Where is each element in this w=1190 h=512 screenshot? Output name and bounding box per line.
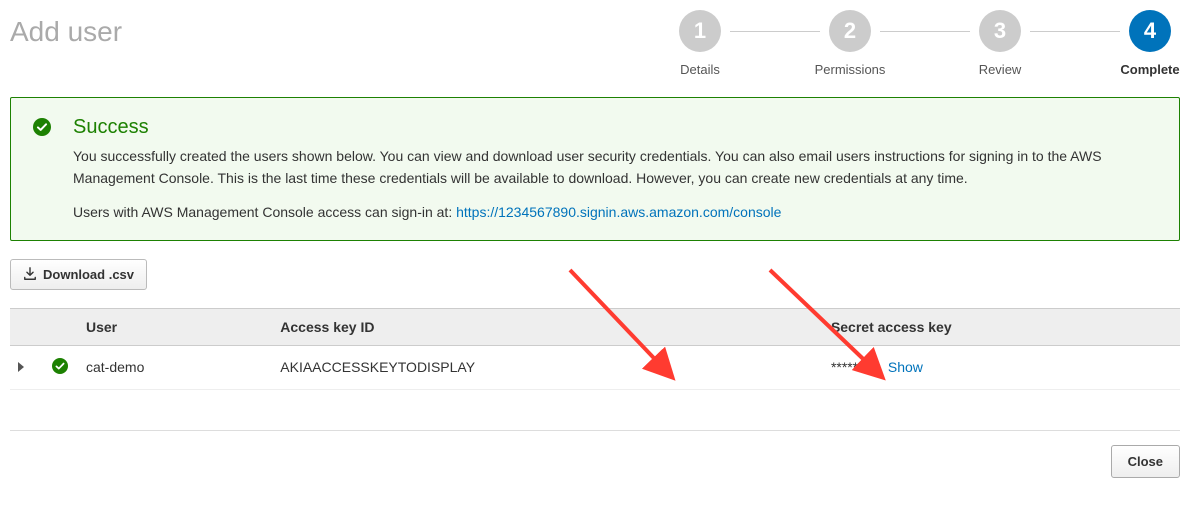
step-number: 1 [679, 10, 721, 52]
show-secret-link[interactable]: Show [888, 359, 923, 375]
step-permissions: 2 Permissions [820, 10, 880, 77]
success-title: Success [73, 116, 1159, 139]
col-header-access-key: Access key ID [272, 308, 823, 345]
signin-prefix: Users with AWS Management Console access… [73, 204, 456, 220]
cell-user: cat-demo [78, 345, 272, 389]
success-signin-text: Users with AWS Management Console access… [73, 204, 1159, 220]
footer-divider [10, 430, 1180, 431]
page-title: Add user [10, 10, 122, 48]
secret-masked: ********* [831, 359, 880, 375]
users-table: User Access key ID Secret access key cat… [10, 308, 1180, 390]
download-csv-label: Download .csv [43, 267, 134, 282]
cell-access-key: AKIAACCESSKEYTODISPLAY [272, 345, 823, 389]
download-icon [23, 267, 37, 281]
signin-url-link[interactable]: https://1234567890.signin.aws.amazon.com… [456, 204, 781, 220]
step-number: 3 [979, 10, 1021, 52]
col-header-expand [10, 308, 44, 345]
row-success-icon [52, 358, 68, 374]
step-separator [1030, 31, 1120, 32]
success-body: You successfully created the users shown… [73, 145, 1159, 190]
success-check-icon [33, 118, 51, 136]
step-label: Complete [1120, 62, 1179, 77]
step-label: Details [680, 62, 720, 77]
step-separator [730, 31, 820, 32]
step-complete: 4 Complete [1120, 10, 1180, 77]
col-header-secret: Secret access key [823, 308, 1180, 345]
col-header-status [44, 308, 78, 345]
col-header-user: User [78, 308, 272, 345]
step-label: Review [979, 62, 1022, 77]
step-number: 2 [829, 10, 871, 52]
table-row: cat-demo AKIAACCESSKEYTODISPLAY ********… [10, 345, 1180, 389]
step-separator [880, 31, 970, 32]
step-details: 1 Details [670, 10, 730, 77]
step-review: 3 Review [970, 10, 1030, 77]
wizard-stepper: 1 Details 2 Permissions 3 Review 4 Compl… [670, 10, 1180, 77]
step-number: 4 [1129, 10, 1171, 52]
download-csv-button[interactable]: Download .csv [10, 259, 147, 290]
cell-secret: ********* Show [823, 345, 1180, 389]
close-button[interactable]: Close [1111, 445, 1180, 478]
success-banner: Success You successfully created the use… [10, 97, 1180, 241]
step-label: Permissions [815, 62, 886, 77]
expand-row-icon[interactable] [18, 362, 24, 372]
